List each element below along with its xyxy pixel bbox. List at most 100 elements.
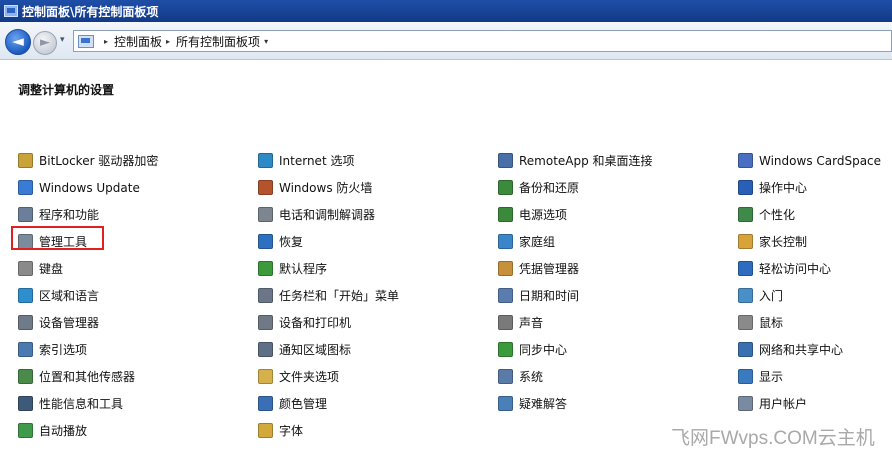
power-icon — [498, 207, 513, 222]
item-label: 系统 — [519, 370, 544, 384]
control-panel-item[interactable]: 轻松访问中心 — [738, 255, 892, 282]
control-panel-item[interactable]: 恢复 — [258, 228, 478, 255]
performance-icon — [18, 396, 33, 411]
display-icon — [738, 369, 753, 384]
item-label: 网络和共享中心 — [759, 343, 844, 357]
item-label: 文件夹选项 — [279, 370, 340, 384]
item-label: 默认程序 — [279, 262, 328, 276]
control-panel-item[interactable]: 字体 — [258, 417, 478, 444]
control-panel-item[interactable]: 区域和语言 — [18, 282, 238, 309]
selection-highlight-box — [11, 226, 104, 250]
item-label: 备份和还原 — [519, 181, 580, 195]
breadcrumb-dropdown-icon[interactable]: ▾ — [264, 37, 268, 46]
watermark: 飞网FWvps.COM云主机 — [671, 428, 875, 449]
item-label: Windows Update — [39, 180, 140, 195]
autoplay-icon — [18, 423, 33, 438]
breadcrumb-arrow-icon[interactable]: ▸ — [104, 37, 108, 46]
item-label: 电话和调制解调器 — [279, 208, 376, 222]
control-panel-item[interactable]: 入门 — [738, 282, 892, 309]
windows-update-icon — [18, 180, 33, 195]
item-label: 通知区域图标 — [279, 343, 352, 357]
control-panel-item[interactable]: 索引选项 — [18, 336, 238, 363]
fonts-icon — [258, 423, 273, 438]
backup-icon — [498, 180, 513, 195]
control-panel-item[interactable]: 电话和调制解调器 — [258, 201, 478, 228]
control-panel-item[interactable]: 家长控制 — [738, 228, 892, 255]
clock-icon — [498, 288, 513, 303]
recovery-icon — [258, 234, 273, 249]
control-panel-item[interactable]: 日期和时间 — [498, 282, 718, 309]
keyboard-icon — [18, 261, 33, 276]
control-panel-item[interactable]: 通知区域图标 — [258, 336, 478, 363]
control-panel-item[interactable]: 显示 — [738, 363, 892, 390]
item-label: 键盘 — [39, 262, 64, 276]
control-panel-item[interactable]: 键盘 — [18, 255, 238, 282]
item-label: 设备管理器 — [39, 316, 100, 330]
items-column-2: Internet 选项 Windows 防火墙电话和调制解调器恢复默认程序任务栏和… — [258, 147, 478, 444]
folder-options-icon — [258, 369, 273, 384]
control-panel-item[interactable]: 声音 — [498, 309, 718, 336]
troubleshoot-icon — [498, 396, 513, 411]
breadcrumb-control-panel[interactable]: 控制面板 — [114, 33, 162, 50]
control-panel-item[interactable]: 设备管理器 — [18, 309, 238, 336]
address-bar[interactable]: ▸ 控制面板 ▸ 所有控制面板项 ▾ — [73, 30, 892, 52]
personalization-icon — [738, 207, 753, 222]
control-panel-item[interactable]: BitLocker 驱动器加密 — [18, 147, 238, 174]
control-panel-item[interactable]: 凭据管理器 — [498, 255, 718, 282]
history-dropdown-icon[interactable]: ▾ — [60, 35, 65, 45]
credential-icon — [498, 261, 513, 276]
globe-icon — [18, 288, 33, 303]
back-button[interactable]: ◄ — [5, 29, 31, 55]
control-panel-item[interactable]: 网络和共享中心 — [738, 336, 892, 363]
breadcrumb-arrow-icon[interactable]: ▸ — [166, 37, 170, 46]
item-label: 区域和语言 — [39, 289, 100, 303]
control-panel-item[interactable]: 文件夹选项 — [258, 363, 478, 390]
window-title: 控制面板\所有控制面板项 — [22, 4, 159, 19]
item-label: 任务栏和「开始」菜单 — [279, 289, 400, 303]
remoteapp-icon — [498, 153, 513, 168]
sync-icon — [498, 342, 513, 357]
control-panel-item[interactable]: Windows CardSpace — [738, 147, 892, 174]
item-label: 入门 — [759, 289, 784, 303]
window-titlebar: 控制面板\所有控制面板项 — [0, 0, 892, 22]
control-panel-item[interactable]: Windows 防火墙 — [258, 174, 478, 201]
item-label: 颜色管理 — [279, 397, 328, 411]
cardspace-icon — [738, 153, 753, 168]
control-panel-item[interactable]: 程序和功能 — [18, 201, 238, 228]
internet-options-icon — [258, 153, 273, 168]
item-label: 用户帐户 — [759, 397, 808, 411]
item-label: 字体 — [279, 424, 304, 438]
control-panel-item[interactable]: 鼠标 — [738, 309, 892, 336]
control-panel-item[interactable]: 系统 — [498, 363, 718, 390]
bitlocker-key-icon — [18, 153, 33, 168]
control-panel-item[interactable]: 用户帐户 — [738, 390, 892, 417]
item-label: 性能信息和工具 — [39, 397, 124, 411]
control-panel-item[interactable]: RemoteApp 和桌面连接 — [498, 147, 718, 174]
control-panel-item[interactable]: 颜色管理 — [258, 390, 478, 417]
control-panel-item[interactable]: 疑难解答 — [498, 390, 718, 417]
item-label: Windows CardSpace — [759, 153, 882, 168]
control-panel-item[interactable]: 设备和打印机 — [258, 309, 478, 336]
sensor-icon — [18, 369, 33, 384]
forward-button[interactable]: ► — [33, 31, 57, 55]
control-panel-item[interactable]: 位置和其他传感器 — [18, 363, 238, 390]
getting-started-icon — [738, 288, 753, 303]
control-panel-item[interactable]: 操作中心 — [738, 174, 892, 201]
control-panel-item[interactable]: 性能信息和工具 — [18, 390, 238, 417]
indexing-icon — [18, 342, 33, 357]
breadcrumb-all-items[interactable]: 所有控制面板项 — [176, 33, 260, 50]
control-panel-item[interactable]: 自动播放 — [18, 417, 238, 444]
control-panel-item[interactable]: 电源选项 — [498, 201, 718, 228]
control-panel-item[interactable]: 个性化 — [738, 201, 892, 228]
control-panel-item[interactable]: Internet 选项 — [258, 147, 478, 174]
control-panel-item[interactable]: Windows Update — [18, 174, 238, 201]
control-panel-item[interactable]: 任务栏和「开始」菜单 — [258, 282, 478, 309]
control-panel-item[interactable]: 备份和还原 — [498, 174, 718, 201]
programs-icon — [18, 207, 33, 222]
control-panel-item[interactable]: 同步中心 — [498, 336, 718, 363]
control-panel-item[interactable]: 家庭组 — [498, 228, 718, 255]
control-panel-item[interactable]: 默认程序 — [258, 255, 478, 282]
item-label: 索引选项 — [39, 343, 88, 357]
firewall-icon — [258, 180, 273, 195]
control-panel-icon — [4, 5, 18, 17]
